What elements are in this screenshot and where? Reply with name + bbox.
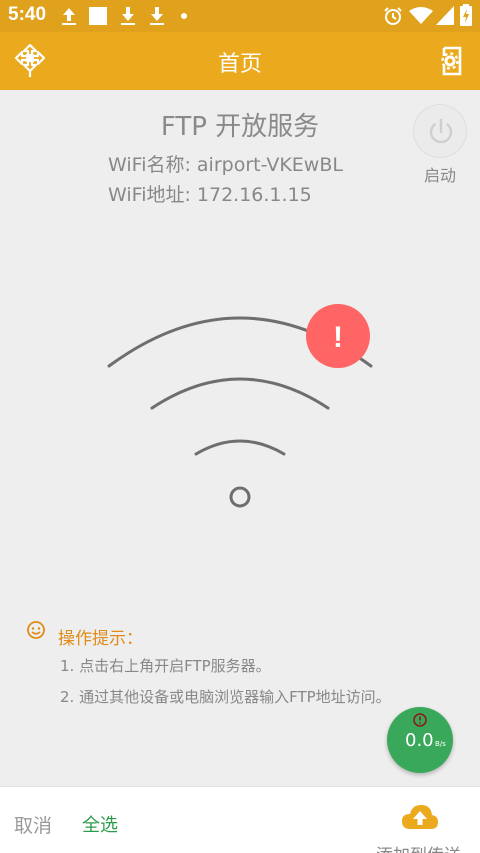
transfer-speed-button[interactable]: 0.0 B/s bbox=[387, 707, 453, 773]
wifi-name-label: WiFi名称: airport-VKEwBL bbox=[108, 154, 343, 176]
page-title: 首页 bbox=[217, 52, 262, 77]
wifi-dot bbox=[229, 486, 251, 508]
select-all-button[interactable]: 全选 bbox=[82, 811, 118, 837]
cloud-upload-icon bbox=[402, 805, 438, 829]
settings-phone-icon bbox=[441, 46, 462, 76]
tip-item: 2. 通过其他设备或电脑浏览器输入FTP地址访问。 bbox=[60, 688, 391, 706]
signal-icon bbox=[436, 6, 454, 25]
error-exclamation-icon: ! bbox=[306, 304, 370, 368]
battery-charging-icon bbox=[460, 4, 472, 26]
wifi-address-label: WiFi地址: 172.16.1.15 bbox=[108, 184, 312, 206]
settings-button[interactable] bbox=[432, 42, 470, 80]
speed-value: 0.0 bbox=[405, 730, 434, 751]
status-bar: 5:40 bbox=[0, 0, 480, 32]
speed-unit: B/s bbox=[435, 740, 446, 748]
download-icon bbox=[121, 7, 135, 25]
power-icon bbox=[429, 118, 453, 144]
smile-icon bbox=[27, 621, 45, 639]
add-to-transfer-button[interactable]: 添加到传送 bbox=[370, 795, 472, 853]
wifi-signal-graphic: ! bbox=[107, 304, 373, 508]
cancel-button[interactable]: 取消 bbox=[14, 811, 52, 838]
speed-info-icon bbox=[413, 713, 427, 727]
app-bar: 首页 bbox=[0, 32, 480, 90]
alarm-icon bbox=[384, 7, 402, 25]
bottom-action-bar: 取消 全选 添加到传送 bbox=[0, 786, 480, 853]
error-mark: ! bbox=[333, 321, 343, 354]
start-server-button[interactable] bbox=[413, 104, 467, 158]
tip-item: 1. 点击右上角开启FTP服务器。 bbox=[60, 657, 271, 675]
download-icon bbox=[150, 7, 164, 25]
wifi-icon bbox=[409, 7, 433, 24]
start-server-label: 启动 bbox=[423, 166, 456, 185]
dot-icon bbox=[181, 13, 187, 19]
status-time: 5:40 bbox=[8, 4, 47, 25]
tips-title: 操作提示： bbox=[58, 629, 143, 649]
wifi-arc-inner bbox=[194, 439, 286, 456]
add-to-transfer-label: 添加到传送 bbox=[376, 841, 461, 853]
ftp-service-title: FTP 开放服务 bbox=[160, 112, 320, 142]
wifi-arc-middle bbox=[150, 377, 330, 410]
upload-icon bbox=[62, 8, 76, 25]
square-icon bbox=[89, 7, 107, 25]
